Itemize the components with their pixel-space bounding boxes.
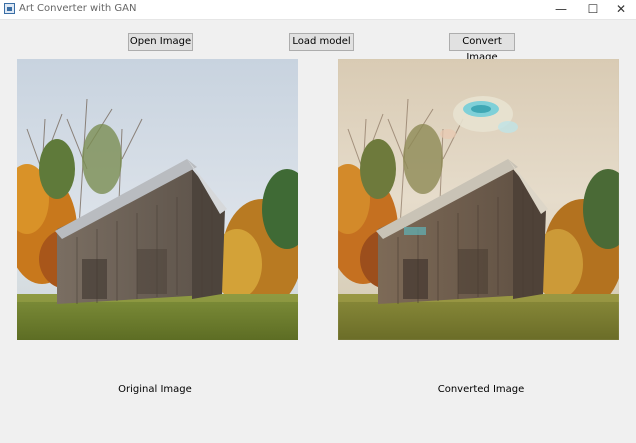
- close-button[interactable]: ✕: [606, 0, 636, 19]
- load-model-button[interactable]: Load model: [289, 33, 354, 51]
- app-icon: [4, 3, 15, 14]
- maximize-button[interactable]: ☐: [578, 0, 608, 19]
- maximize-icon: ☐: [587, 2, 599, 16]
- original-image: [17, 59, 298, 340]
- convert-image-button[interactable]: Convert Image: [449, 33, 515, 63]
- close-icon: ✕: [615, 2, 627, 16]
- minimize-icon: —: [555, 2, 567, 16]
- open-image-button[interactable]: Open Image: [128, 33, 193, 51]
- original-image-label: Original Image: [118, 384, 192, 395]
- window-title: Art Converter with GAN: [19, 3, 137, 14]
- minimize-button[interactable]: —: [546, 0, 576, 19]
- converted-image-label: Converted Image: [437, 384, 525, 395]
- title-bar: Art Converter with GAN — ☐ ✕: [0, 0, 636, 20]
- converted-image: [338, 59, 619, 340]
